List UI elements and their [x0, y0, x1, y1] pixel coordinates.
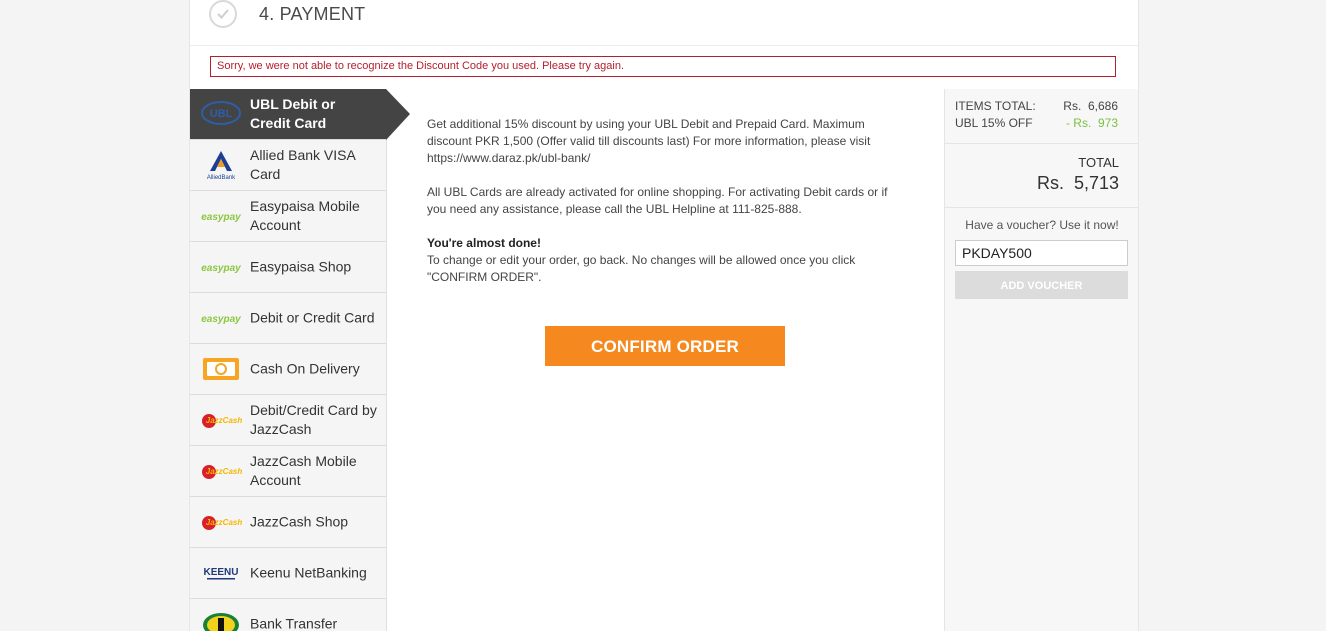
payment-method-list: UBL UBL Debit or Credit Card AlliedBank …	[190, 89, 410, 631]
method-label: JazzCash Mobile Account	[250, 453, 357, 488]
easypay-logo-text: easypay	[201, 263, 241, 274]
jazzcash-logo-text: JazzCash	[206, 416, 242, 425]
discount-label: UBL 15% OFF	[955, 116, 1033, 130]
keenu-logo-icon: KEENU	[200, 557, 242, 589]
method-label: Cash On Delivery	[250, 360, 360, 377]
method-label: Keenu NetBanking	[250, 564, 367, 581]
method-allied-bank[interactable]: AlliedBank Allied Bank VISA Card	[190, 140, 386, 191]
method-label: Bank Transfer	[250, 615, 338, 631]
method-label: UBL Debit or Credit Card	[250, 96, 336, 131]
jazzcash-logo-text: JazzCash	[206, 518, 242, 527]
allied-logo-text: AlliedBank	[207, 175, 236, 181]
method-ubl-card[interactable]: UBL UBL Debit or Credit Card	[190, 89, 410, 140]
jazzcash-logo-icon: JazzCash	[200, 506, 242, 538]
keenu-logo-text: KEENU	[203, 567, 238, 578]
voucher-input[interactable]	[955, 240, 1128, 266]
total-label: TOTAL	[1078, 155, 1119, 170]
method-jazzcash-shop[interactable]: JazzCash JazzCash Shop	[190, 497, 386, 548]
method-easypaisa-mobile[interactable]: easypay Easypaisa Mobile Account	[190, 191, 386, 242]
easypay-logo-text: easypay	[201, 212, 241, 223]
add-voucher-button[interactable]: ADD VOUCHER	[955, 271, 1128, 299]
confirm-order-button[interactable]: CONFIRM ORDER	[545, 326, 785, 366]
summary-divider	[945, 143, 1138, 144]
jazzcash-logo-icon: JazzCash	[200, 404, 242, 436]
payment-info: Get additional 15% discount by using you…	[427, 116, 897, 286]
method-label: Debit/Credit Card by JazzCash	[250, 402, 377, 437]
easypay-logo-icon: easypay	[200, 200, 242, 232]
almost-done-block: You're almost done! To change or edit yo…	[427, 235, 897, 286]
method-label: Easypaisa Mobile Account	[250, 198, 360, 233]
ubl-activation-text: All UBL Cards are already activated for …	[427, 185, 888, 216]
almost-done-heading: You're almost done!	[427, 236, 541, 250]
method-easypaisa-shop[interactable]: easypay Easypaisa Shop	[190, 242, 386, 293]
discount-value: - Rs. 973	[1065, 116, 1118, 130]
easypay-logo-icon: easypay	[200, 302, 242, 334]
method-jazzcash-card[interactable]: JazzCash Debit/Credit Card by JazzCash	[190, 395, 386, 446]
items-total-row: ITEMS TOTAL: Rs. 6,686	[955, 99, 1118, 113]
easypay-logo-icon: easypay	[200, 251, 242, 283]
method-debit-credit-card[interactable]: easypay Debit or Credit Card	[190, 293, 386, 344]
ubl-logo-icon: UBL	[200, 98, 242, 130]
step-title: 4. PAYMENT	[259, 4, 366, 24]
bank-transfer-icon	[200, 608, 242, 631]
summary-divider	[945, 207, 1138, 208]
method-keenu-netbanking[interactable]: KEENU Keenu NetBanking	[190, 548, 386, 599]
step-header: 4. PAYMENT	[190, 0, 1138, 46]
order-summary: ITEMS TOTAL: Rs. 6,686 UBL 15% OFF - Rs.…	[944, 89, 1138, 631]
error-message: Sorry, we were not able to recognize the…	[210, 56, 1116, 77]
items-total-value: Rs. 6,686	[1063, 99, 1118, 113]
method-label: Allied Bank VISA Card	[250, 147, 356, 182]
discount-row: UBL 15% OFF - Rs. 973	[955, 116, 1118, 130]
order-edit-note: To change or edit your order, go back. N…	[427, 253, 856, 284]
jazzcash-logo-icon: JazzCash	[200, 455, 242, 487]
method-bank-transfer[interactable]: Bank Transfer	[190, 599, 386, 631]
items-total-label: ITEMS TOTAL:	[955, 99, 1036, 113]
cash-icon	[200, 353, 242, 385]
method-label: Debit or Credit Card	[250, 309, 375, 326]
check-icon	[209, 0, 237, 28]
method-cash-on-delivery[interactable]: Cash On Delivery	[190, 344, 386, 395]
allied-bank-logo-icon: AlliedBank	[200, 149, 242, 181]
total-value: Rs. 5,713	[1036, 173, 1119, 193]
ubl-logo-text: UBL	[210, 108, 233, 120]
ubl-offer-text: Get additional 15% discount by using you…	[427, 117, 871, 165]
easypay-logo-text: easypay	[201, 314, 241, 325]
voucher-hint: Have a voucher? Use it now!	[965, 218, 1119, 232]
method-jazzcash-mobile[interactable]: JazzCash JazzCash Mobile Account	[190, 446, 386, 497]
jazzcash-logo-text: JazzCash	[206, 467, 242, 476]
method-label: Easypaisa Shop	[250, 258, 352, 275]
checkout-page: 4. PAYMENT Sorry, we were not able to re…	[189, 0, 1139, 631]
method-label: JazzCash Shop	[250, 513, 349, 530]
